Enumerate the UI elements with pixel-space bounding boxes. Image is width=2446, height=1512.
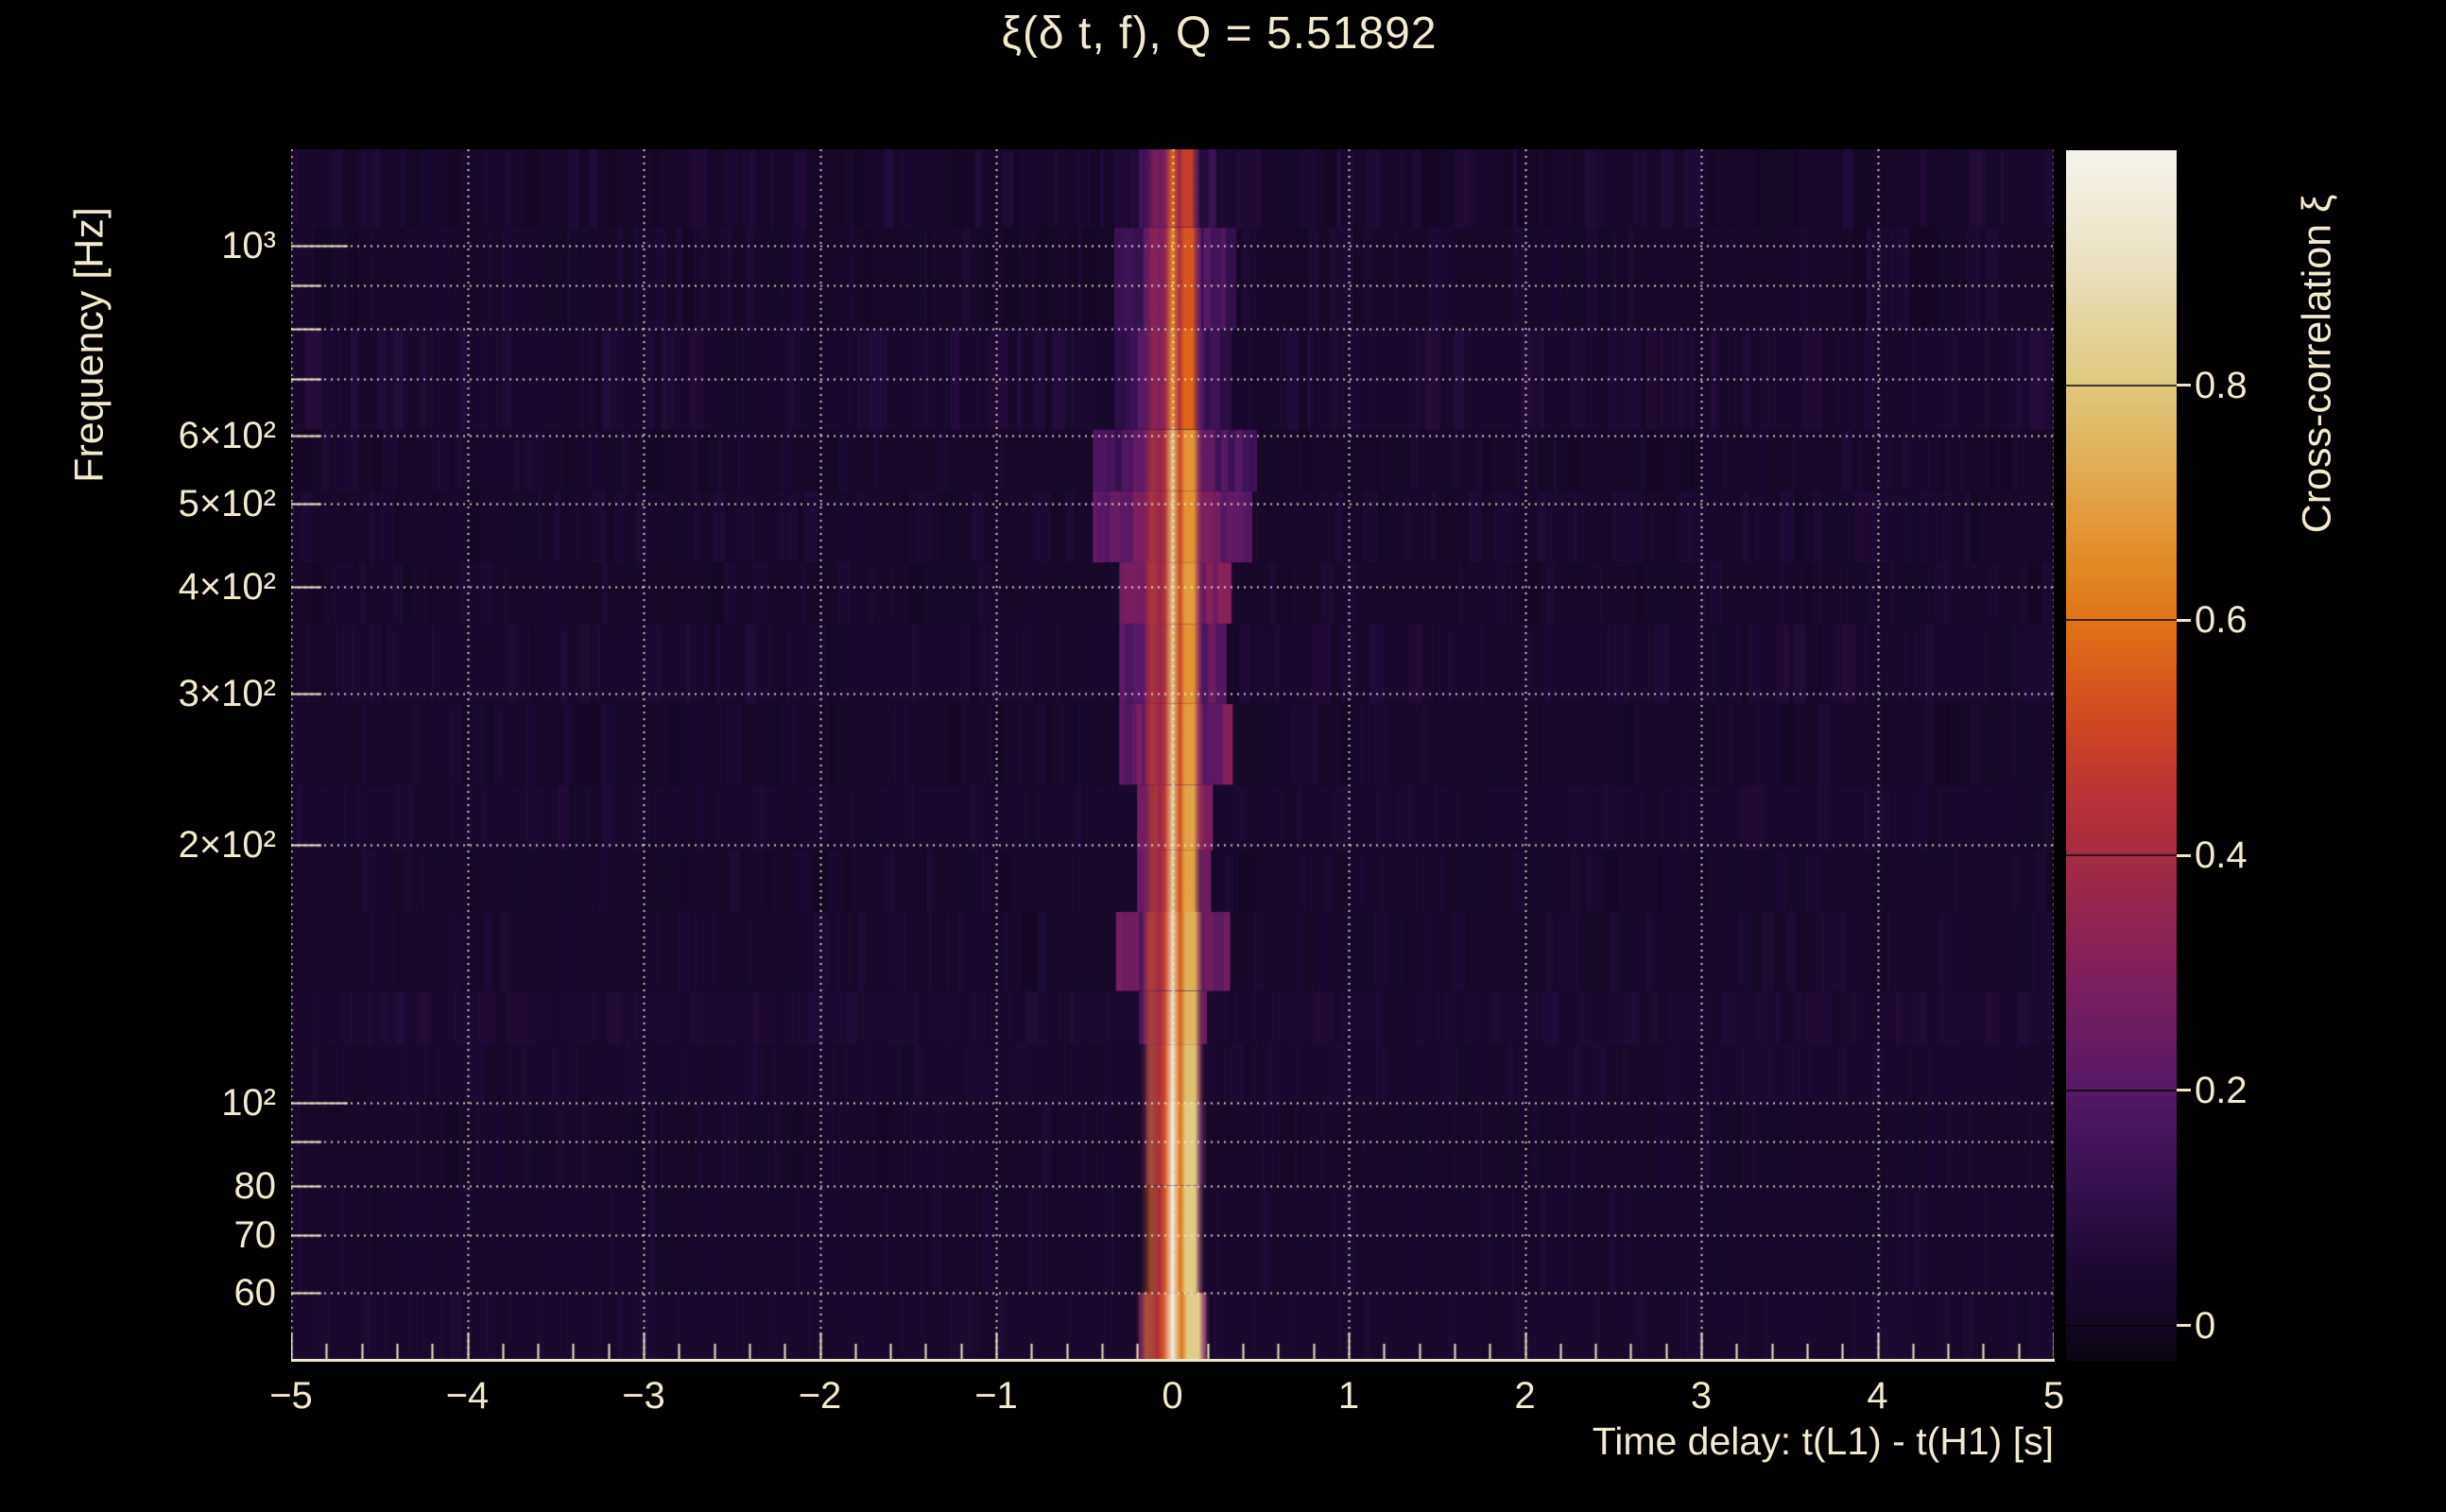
x-axis-line <box>291 1359 2055 1362</box>
x-tick-label: 3 <box>1690 1375 1713 1417</box>
y-tick-label: 70 <box>233 1214 277 1257</box>
y-tick-label: 3×10² <box>178 673 276 715</box>
y-tick-label: 10³ <box>221 225 276 267</box>
y-tick-label: 10² <box>221 1082 276 1124</box>
colorbar-tick-mark-inner <box>2066 1324 2177 1327</box>
x-tick-label: −1 <box>974 1375 1018 1417</box>
y-tick-label: 2×10² <box>178 824 276 866</box>
x-tick-label: −5 <box>269 1375 313 1417</box>
x-tick-label: −2 <box>798 1375 842 1417</box>
y-tick-label: 80 <box>233 1164 277 1207</box>
colorbar-tick-mark <box>2177 618 2191 622</box>
heatmap-plot-area <box>291 149 2054 1361</box>
colorbar-tick-label: 0.4 <box>2195 834 2248 877</box>
colorbar-tick-mark <box>2177 384 2191 387</box>
x-tick-label: 2 <box>1514 1375 1536 1417</box>
x-tick-label: −4 <box>445 1375 490 1417</box>
cross-correlation-figure: ξ(δ t, f), Q = 5.51892 Time delay: t(L1)… <box>0 0 2446 1512</box>
colorbar-tick-label: 0.2 <box>2195 1069 2248 1111</box>
x-tick-label: −3 <box>622 1375 665 1417</box>
x-axis-title: Time delay: t(L1) - t(H1) [s] <box>1592 1419 2054 1463</box>
y-tick-label: 60 <box>233 1272 277 1314</box>
y-tick-label: 4×10² <box>178 566 276 608</box>
colorbar-tick-mark <box>2177 1324 2191 1328</box>
colorbar-tick-mark-inner <box>2066 619 2177 622</box>
y-tick-label: 6×10² <box>178 415 276 457</box>
x-tick-label: 0 <box>1162 1375 1183 1417</box>
colorbar-tick-mark <box>2177 1089 2191 1092</box>
x-tick-label: 1 <box>1337 1375 1360 1417</box>
colorbar-tick-label: 0.6 <box>2195 599 2248 642</box>
x-tick-label: 5 <box>2042 1375 2065 1417</box>
plot-title-text: ξ(δ t, f), Q = 5.51892 <box>1001 9 1438 59</box>
colorbar-tick-label: 0.8 <box>2195 364 2248 406</box>
colorbar-tick-label: 0 <box>2195 1304 2216 1347</box>
colorbar <box>2066 150 2177 1361</box>
x-tick-label: 4 <box>1867 1375 1888 1417</box>
y-tick-label: 5×10² <box>178 483 276 525</box>
plot-title: ξ(δ t, f), Q = 5.51892 <box>0 8 2446 60</box>
colorbar-tick-mark-inner <box>2066 1089 2177 1091</box>
colorbar-tick-mark-inner <box>2066 854 2177 857</box>
colorbar-tick-mark <box>2177 853 2191 857</box>
colorbar-tick-mark-inner <box>2066 384 2177 387</box>
